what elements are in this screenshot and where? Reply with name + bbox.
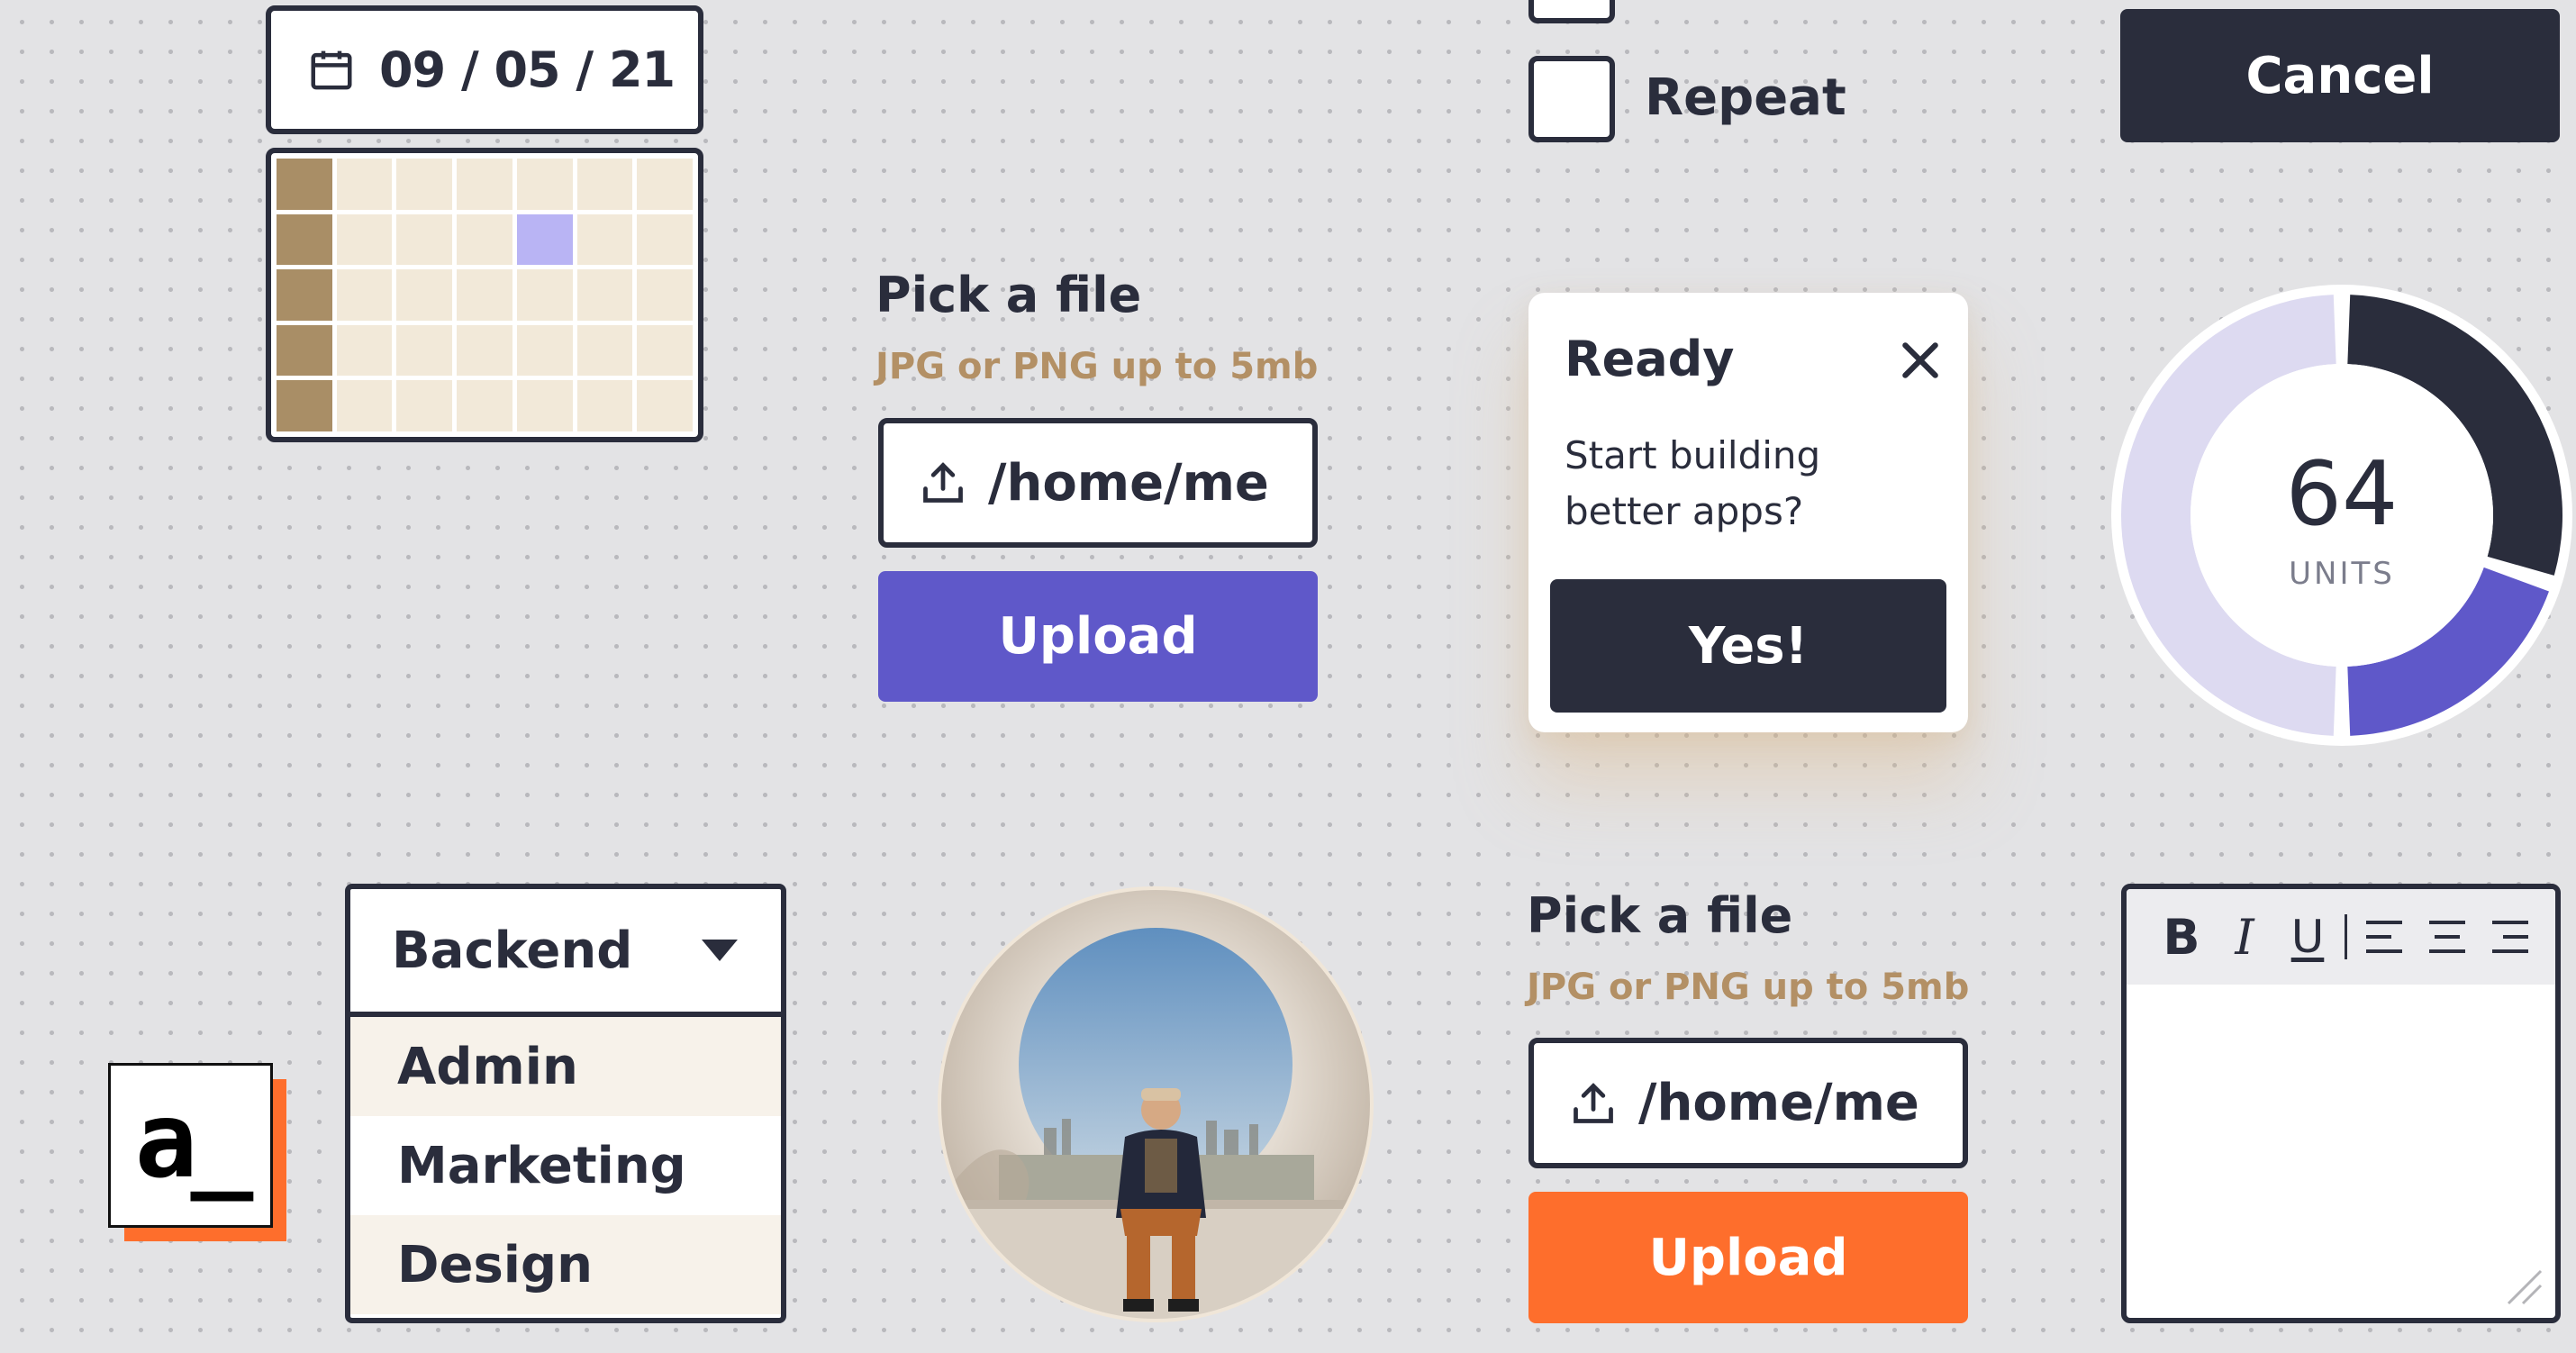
- repeat-checkbox[interactable]: [1528, 56, 1615, 142]
- yes-button[interactable]: Yes!: [1550, 579, 1946, 713]
- dropdown-option[interactable]: Marketing: [350, 1116, 781, 1215]
- file-path-input-2[interactable]: /home/me: [1528, 1038, 1968, 1168]
- calendar-cell[interactable]: [457, 324, 512, 377]
- calendar-cell[interactable]: [457, 213, 512, 266]
- calendar-cell[interactable]: [576, 213, 633, 266]
- calendar-cell[interactable]: [576, 159, 633, 210]
- calendar-cell[interactable]: [396, 159, 453, 210]
- team-dropdown[interactable]: Backend Admin Marketing Design: [345, 884, 786, 1323]
- units-donut-chart: 64 UNITS: [2108, 281, 2576, 749]
- calendar-cell[interactable]: [336, 213, 393, 266]
- calendar-cell[interactable]: [576, 380, 633, 431]
- caret-down-icon: [702, 940, 738, 961]
- rich-text-editor[interactable]: B I U: [2121, 884, 2561, 1323]
- calendar-cell[interactable]: [396, 380, 453, 431]
- date-value: 09 / 05 / 21: [379, 41, 676, 98]
- upload-icon: [1574, 1082, 1613, 1123]
- repeat-label: Repeat: [1645, 68, 1846, 127]
- calendar-cell[interactable]: [637, 213, 693, 266]
- calendar-cell[interactable]: [516, 269, 573, 321]
- profile-photo: [936, 885, 1375, 1324]
- dropdown-option[interactable]: Admin: [350, 1017, 781, 1116]
- editor-text-area[interactable]: [2127, 985, 2555, 1318]
- calendar-cell[interactable]: [396, 324, 453, 377]
- file-picker-subtitle-2: JPG or PNG up to 5mb: [1527, 967, 1970, 1008]
- appsmith-logo: a_: [108, 1063, 273, 1228]
- underline-icon[interactable]: U: [2276, 905, 2339, 968]
- calendar-icon: [311, 50, 352, 89]
- calendar-cell[interactable]: [637, 269, 693, 321]
- calendar-cell[interactable]: [457, 380, 512, 431]
- file-path-value-2: /home/me: [1638, 1074, 1919, 1132]
- resize-handle-icon[interactable]: [2503, 1266, 2543, 1305]
- confirm-popover: Ready Start building better apps? Yes!: [1528, 293, 1968, 732]
- file-picker-title-2: Pick a file: [1527, 887, 1793, 944]
- calendar-cell[interactable]: [277, 380, 332, 431]
- checkbox-top[interactable]: [1528, 0, 1615, 23]
- calendar-cell[interactable]: [277, 324, 332, 377]
- calendar-cell[interactable]: [576, 324, 633, 377]
- donut-value: 64: [2286, 443, 2399, 546]
- upload-button-2[interactable]: Upload: [1528, 1192, 1968, 1323]
- date-input[interactable]: 09 / 05 / 21: [266, 5, 703, 134]
- popover-title: Ready: [1565, 331, 1735, 387]
- calendar-cell[interactable]: [516, 380, 573, 431]
- calendar-cell[interactable]: [277, 213, 332, 266]
- file-picker-title: Pick a file: [875, 267, 1142, 323]
- calendar-cell-selected[interactable]: [516, 213, 573, 266]
- logo-text: a_: [134, 1080, 254, 1202]
- dropdown-value: Backend: [392, 921, 633, 980]
- calendar-cell[interactable]: [336, 380, 393, 431]
- upload-icon: [923, 462, 963, 503]
- align-right-icon[interactable]: [2479, 905, 2542, 968]
- calendar-cell[interactable]: [637, 324, 693, 377]
- popover-message: Start building better apps?: [1565, 433, 1821, 533]
- file-path-input[interactable]: /home/me: [878, 418, 1318, 548]
- cancel-button[interactable]: Cancel: [2120, 9, 2560, 142]
- file-picker-subtitle: JPG or PNG up to 5mb: [875, 346, 1319, 387]
- file-path-value: /home/me: [988, 453, 1269, 513]
- calendar-cell[interactable]: [336, 269, 393, 321]
- toolbar-divider: [2345, 914, 2347, 959]
- upload-button[interactable]: Upload: [878, 571, 1318, 702]
- italic-icon[interactable]: I: [2213, 905, 2276, 968]
- calendar-cell[interactable]: [277, 269, 332, 321]
- editor-toolbar: B I U: [2127, 889, 2555, 985]
- calendar-cell[interactable]: [396, 269, 453, 321]
- align-center-icon[interactable]: [2416, 905, 2479, 968]
- calendar-cell[interactable]: [457, 269, 512, 321]
- dropdown-option[interactable]: Design: [350, 1215, 781, 1314]
- calendar-cell[interactable]: [576, 269, 633, 321]
- calendar-cell[interactable]: [277, 159, 332, 210]
- calendar-cell[interactable]: [516, 324, 573, 377]
- dropdown-selected[interactable]: Backend: [350, 889, 781, 1017]
- calendar-cell[interactable]: [457, 159, 512, 210]
- close-icon[interactable]: [1898, 338, 1943, 383]
- align-left-icon[interactable]: [2353, 905, 2416, 968]
- calendar-cell[interactable]: [516, 159, 573, 210]
- calendar-cell[interactable]: [637, 159, 693, 210]
- calendar-cell[interactable]: [336, 159, 393, 210]
- calendar-grid: [266, 148, 703, 442]
- calendar-cell[interactable]: [336, 324, 393, 377]
- bold-icon[interactable]: B: [2150, 905, 2213, 968]
- calendar-cell[interactable]: [637, 380, 693, 431]
- donut-unit: UNITS: [2289, 556, 2395, 592]
- calendar-cell[interactable]: [396, 213, 453, 266]
